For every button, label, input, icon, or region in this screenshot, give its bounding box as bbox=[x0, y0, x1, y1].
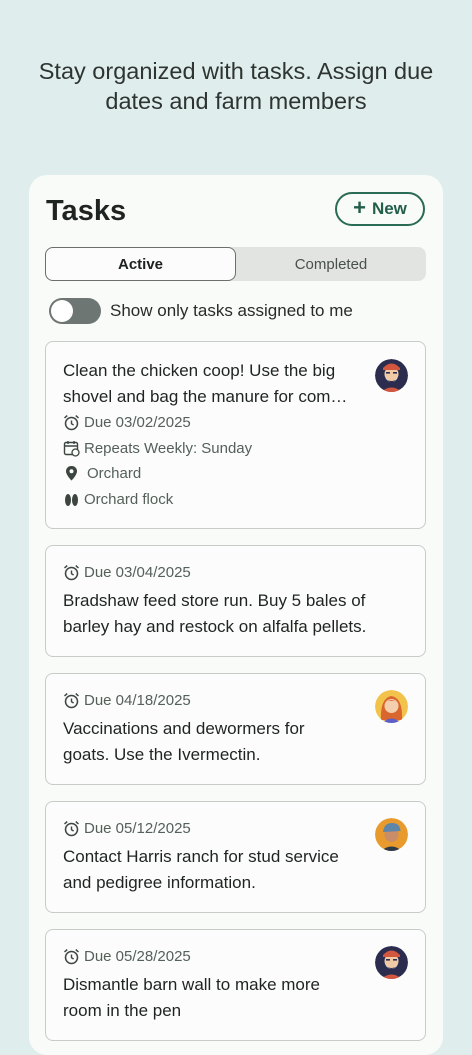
alarm-clock-icon bbox=[64, 565, 79, 581]
repeat-text: Repeats Weekly: Sunday bbox=[84, 440, 253, 457]
task-card[interactable]: Due 03/04/2025 Bradshaw feed store run. … bbox=[45, 545, 426, 657]
task-description-line-2: and pedigree information. bbox=[63, 873, 256, 892]
task-description: Contact Harris ranch for stud service an… bbox=[63, 844, 339, 896]
due-date: Due 03/02/2025 bbox=[63, 414, 191, 431]
plus-icon: + bbox=[353, 195, 366, 220]
due-date: Due 05/12/2025 bbox=[63, 820, 191, 837]
assigned-filter-row: Show only tasks assigned to me bbox=[49, 298, 353, 324]
due-date-text: Due 05/28/2025 bbox=[84, 948, 191, 965]
task-description-line-1: Clean the chicken coop! Use the big bbox=[63, 361, 336, 380]
due-date-text: Due 05/12/2025 bbox=[84, 820, 191, 837]
alarm-clock-icon bbox=[64, 949, 79, 965]
task-description-line-2: goats. Use the Ivermectin. bbox=[63, 745, 261, 764]
avatar bbox=[375, 946, 408, 979]
task-location: Orchard bbox=[63, 465, 141, 482]
new-task-button[interactable]: + New bbox=[335, 192, 425, 226]
task-description: Dismantle barn wall to make more room in… bbox=[63, 972, 320, 1024]
due-date-text: Due 03/04/2025 bbox=[84, 564, 191, 581]
due-date: Due 04/18/2025 bbox=[63, 692, 191, 709]
task-description-line-2: room in the pen bbox=[63, 1001, 182, 1020]
promo-line-1: Stay organized with tasks. Assign due bbox=[38, 58, 434, 84]
task-description-line-1: Vaccinations and dewormers for bbox=[63, 719, 305, 738]
tab-active[interactable]: Active bbox=[45, 247, 236, 281]
tasks-panel: Tasks + New Active Completed Show only t… bbox=[29, 175, 443, 1055]
task-card[interactable]: Clean the chicken coop! Use the big shov… bbox=[45, 341, 426, 529]
location-text: Orchard bbox=[87, 465, 142, 482]
bearded-man-avatar-icon bbox=[375, 946, 408, 979]
alarm-clock-icon bbox=[64, 821, 79, 837]
promo-text: Stay organized with tasks. Assign due da… bbox=[20, 56, 452, 116]
toggle-knob bbox=[51, 300, 73, 322]
due-date: Due 03/04/2025 bbox=[63, 564, 191, 581]
task-card[interactable]: Due 05/12/2025 Contact Harris ranch for … bbox=[45, 801, 426, 913]
location-pin-icon bbox=[66, 466, 77, 481]
task-status-tabs: Active Completed bbox=[45, 247, 426, 281]
task-description-line-1: Dismantle barn wall to make more bbox=[63, 975, 320, 994]
calendar-repeat-icon bbox=[63, 441, 80, 457]
promo-line-2: dates and farm members bbox=[105, 88, 367, 114]
alarm-clock-icon bbox=[64, 415, 79, 431]
task-description-line-2: barley hay and restock on alfalfa pellet… bbox=[63, 617, 367, 636]
alarm-clock-icon bbox=[64, 693, 79, 709]
group-text: Orchard flock bbox=[84, 491, 174, 508]
task-description: Vaccinations and dewormers for goats. Us… bbox=[63, 716, 305, 768]
new-task-label: New bbox=[371, 199, 407, 218]
task-card[interactable]: Due 04/18/2025 Vaccinations and dewormer… bbox=[45, 673, 426, 785]
task-card[interactable]: Due 05/28/2025 Dismantle barn wall to ma… bbox=[45, 929, 426, 1041]
due-date-text: Due 03/02/2025 bbox=[84, 414, 191, 431]
tab-completed[interactable]: Completed bbox=[236, 247, 426, 281]
assigned-to-me-label: Show only tasks assigned to me bbox=[110, 301, 353, 320]
avatar bbox=[375, 359, 408, 392]
red-haired-woman-avatar-icon bbox=[375, 690, 408, 723]
repeat-info: Repeats Weekly: Sunday bbox=[63, 440, 252, 457]
man-with-cap-avatar-icon bbox=[375, 818, 408, 851]
task-description-line-2: shovel and bag the manure for com… bbox=[63, 387, 348, 406]
hoof-prints-icon bbox=[65, 494, 78, 506]
due-date-text: Due 04/18/2025 bbox=[84, 692, 191, 709]
bearded-man-avatar-icon bbox=[375, 359, 408, 392]
task-description-line-1: Contact Harris ranch for stud service bbox=[63, 847, 339, 866]
page-title: Tasks bbox=[46, 195, 127, 227]
avatar bbox=[375, 690, 408, 723]
due-date: Due 05/28/2025 bbox=[63, 948, 191, 965]
task-description: Clean the chicken coop! Use the big shov… bbox=[63, 358, 347, 410]
task-group: Orchard flock bbox=[63, 491, 173, 508]
assigned-to-me-toggle[interactable] bbox=[49, 298, 101, 324]
task-description: Bradshaw feed store run. Buy 5 bales of … bbox=[63, 588, 366, 640]
avatar bbox=[375, 818, 408, 851]
task-description-line-1: Bradshaw feed store run. Buy 5 bales of bbox=[63, 591, 366, 610]
